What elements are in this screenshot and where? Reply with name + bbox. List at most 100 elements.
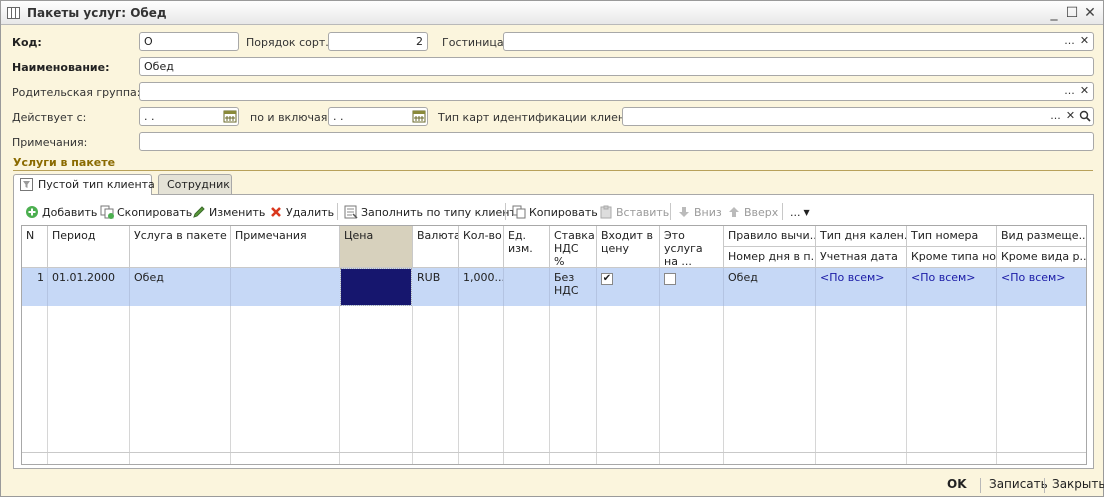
column-header-price[interactable]: Цена: [340, 226, 413, 268]
valid-from-label: Действует с:: [12, 111, 87, 124]
column-header-except-placement[interactable]: Кроме вида р...: [997, 247, 1086, 268]
paste-button[interactable]: Вставить: [599, 203, 669, 221]
footer-bar: OK Записать Закрыть: [1, 471, 1104, 497]
column-header-vat[interactable]: Ставка НДС %: [550, 226, 597, 268]
minimize-button[interactable]: _: [1045, 4, 1063, 22]
cell-day-type[interactable]: <По всем>: [816, 268, 907, 287]
close-window-button[interactable]: ✕: [1081, 4, 1099, 22]
column-header-unit[interactable]: Ед. изм.: [504, 226, 550, 268]
tab-label: Сотрудник: [167, 178, 230, 191]
name-input[interactable]: Обед: [139, 57, 1094, 76]
card-type-label: Тип карт идентификации клиентов:: [438, 111, 649, 124]
cell-n[interactable]: 1: [22, 268, 48, 287]
add-icon: [26, 206, 38, 218]
move-down-button[interactable]: Вниз: [677, 203, 722, 221]
move-up-button[interactable]: Вверх: [727, 203, 778, 221]
column-header-period[interactable]: Период: [48, 226, 130, 268]
cell-room-type[interactable]: <По всем>: [907, 268, 997, 287]
valid-to-label: по и включая:: [250, 111, 332, 124]
title-bar: Пакеты услуг: Обед _ ☐ ✕: [1, 1, 1103, 25]
cell-notes[interactable]: [231, 268, 340, 274]
column-header-account-date[interactable]: Учетная дата: [816, 247, 907, 268]
card-type-clear-icon[interactable]: ✕: [1063, 108, 1078, 125]
toolbar-separator: [782, 203, 783, 220]
paste-icon: [600, 205, 612, 219]
column-header-service[interactable]: Услуга в пакете: [130, 226, 231, 268]
copy2-label: Копировать: [529, 205, 598, 219]
edit-button[interactable]: Изменить: [192, 203, 265, 221]
card-type-select-button[interactable]: ...: [1048, 108, 1063, 125]
toolbar-separator: [670, 203, 671, 220]
cell-calc-rule[interactable]: Обед: [724, 268, 816, 287]
services-table[interactable]: N Период Услуга в пакете Примечания Цена…: [21, 225, 1087, 465]
column-header-currency[interactable]: Валюта: [413, 226, 459, 268]
column-header-room-type[interactable]: Тип номера: [907, 226, 997, 247]
parent-group-clear-icon[interactable]: ✕: [1077, 83, 1092, 100]
column-header-calc-rule[interactable]: Правило вычи...: [724, 226, 816, 247]
more-actions-button[interactable]: ... ▼: [790, 203, 810, 221]
is-service-checkbox[interactable]: [664, 273, 676, 285]
notes-input[interactable]: [139, 132, 1094, 151]
column-header-except-room-type[interactable]: Кроме типа но...: [907, 247, 997, 268]
copy2-button[interactable]: Копировать: [512, 203, 598, 221]
tab-employee[interactable]: Сотрудник: [158, 174, 232, 194]
column-header-is-service[interactable]: Это услуга на ...: [660, 226, 724, 268]
tab-empty-client-type[interactable]: Пустой тип клиента: [13, 174, 155, 195]
hotel-input[interactable]: [503, 32, 1094, 51]
cell-qty[interactable]: 1,000...: [459, 268, 504, 287]
cell-period[interactable]: 01.01.2000: [48, 268, 130, 287]
search-icon[interactable]: [1079, 110, 1091, 122]
code-input[interactable]: О: [139, 32, 239, 51]
cell-placement[interactable]: <По всем>: [997, 268, 1086, 287]
hotel-clear-icon[interactable]: ✕: [1077, 33, 1092, 50]
maximize-button[interactable]: ☐: [1063, 4, 1081, 22]
in-price-checkbox[interactable]: ✔: [601, 273, 613, 285]
column-header-notes[interactable]: Примечания: [231, 226, 340, 268]
window-title: Пакеты услуг: Обед: [27, 6, 167, 20]
toolbar-separator: [337, 203, 338, 220]
pencil-icon: [193, 206, 205, 218]
column-header-placement[interactable]: Вид размеще...: [997, 226, 1086, 247]
grid-bottom-line: [22, 452, 1086, 453]
column-header-day-number[interactable]: Номер дня в п...: [724, 247, 816, 268]
delete-button[interactable]: Удалить: [269, 203, 334, 221]
sort-order-input[interactable]: 2: [328, 32, 428, 51]
column-header-in-price[interactable]: Входит в цену: [597, 226, 660, 268]
ok-button[interactable]: OK: [947, 477, 967, 491]
copy-icon: [100, 205, 114, 219]
services-panel: Добавить Скопировать Изменить Удалить За…: [13, 194, 1094, 469]
table-row[interactable]: 1 01.01.2000 Обед RUB 1,000... Без НДС ✔…: [22, 268, 1086, 306]
hotel-label: Гостиница:: [442, 36, 508, 49]
copy-button[interactable]: Скопировать: [100, 203, 192, 221]
tab-label: Пустой тип клиента: [38, 178, 155, 191]
service-package-window: Пакеты услуг: Обед _ ☐ ✕ Код: О Порядок …: [0, 0, 1104, 497]
parent-group-input[interactable]: [139, 82, 1094, 101]
card-type-input[interactable]: [622, 107, 1094, 126]
filter-icon: [20, 178, 33, 191]
calendar-icon[interactable]: [223, 109, 237, 123]
fill-icon: [344, 205, 358, 219]
toolbar-separator: [505, 203, 506, 220]
code-label: Код:: [12, 36, 42, 49]
add-button[interactable]: Добавить: [25, 203, 97, 221]
cell-currency[interactable]: RUB: [413, 268, 459, 287]
calendar-icon[interactable]: [412, 109, 426, 123]
parent-group-select-button[interactable]: ...: [1062, 83, 1077, 100]
cell-vat[interactable]: Без НДС: [550, 268, 596, 300]
column-header-day-type[interactable]: Тип дня кален...: [816, 226, 907, 247]
cell-service[interactable]: Обед: [130, 268, 231, 287]
section-divider: [13, 170, 1093, 171]
column-header-n[interactable]: N: [22, 226, 48, 268]
fill-by-client-type-button[interactable]: Заполнить по типу клиента: [344, 203, 523, 221]
save-button[interactable]: Записать: [989, 477, 1048, 491]
more-label: ...: [790, 205, 801, 219]
delete-icon: [271, 207, 281, 217]
hotel-select-button[interactable]: ...: [1062, 33, 1077, 50]
close-button[interactable]: Закрыть: [1052, 477, 1104, 491]
copy-document-icon: [512, 205, 526, 219]
services-section-title: Услуги в пакете: [13, 156, 116, 169]
cell-unit[interactable]: [504, 268, 550, 274]
column-header-qty[interactable]: Кол-во: [459, 226, 504, 268]
cell-price[interactable]: [340, 268, 412, 306]
copy-label: Скопировать: [117, 205, 193, 219]
